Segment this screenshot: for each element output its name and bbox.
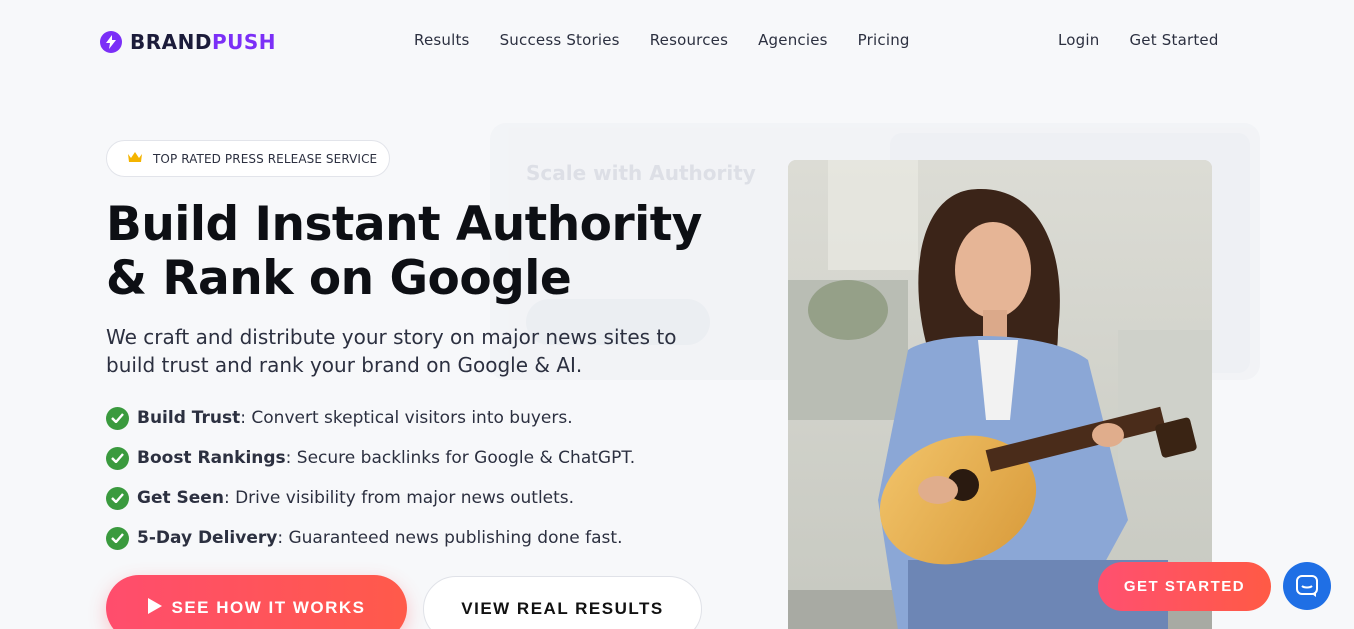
feature-list: Build Trust: Convert skeptical visitors … [106, 398, 635, 558]
nav-pricing[interactable]: Pricing [858, 31, 910, 49]
feature-title: Get Seen [137, 488, 224, 508]
crown-icon [127, 151, 143, 167]
brand-logo[interactable]: BRANDPUSH [100, 30, 276, 54]
feature-item: 5-Day Delivery: Guaranteed news publishi… [106, 518, 635, 558]
feature-text: : Guaranteed news publishing done fast. [277, 528, 623, 548]
auth-links: Login Get Started [1058, 31, 1219, 49]
hero-title-line2: & Rank on Google [106, 251, 572, 306]
nav-resources[interactable]: Resources [650, 31, 728, 49]
feature-text: : Convert skeptical visitors into buyers… [240, 408, 573, 428]
hero-title-line1: Build Instant Authority [106, 197, 702, 252]
floating-get-started-button[interactable]: GET STARTED [1098, 562, 1271, 611]
feature-item: Boost Rankings: Secure backlinks for Goo… [106, 438, 635, 478]
check-icon [106, 446, 129, 470]
feature-text: : Secure backlinks for Google & ChatGPT. [285, 448, 636, 468]
feature-title: 5-Day Delivery [137, 528, 278, 548]
check-icon [106, 406, 129, 430]
nav-results[interactable]: Results [414, 31, 470, 49]
chat-icon[interactable] [1283, 562, 1331, 610]
hero-badge: TOP RATED PRESS RELEASE SERVICE [106, 140, 390, 177]
hero-title: Build Instant Authority & Rank on Google [106, 198, 726, 306]
feature-item: Get Seen: Drive visibility from major ne… [106, 478, 635, 518]
check-icon [106, 526, 129, 550]
hero-subtitle: We craft and distribute your story on ma… [106, 325, 677, 377]
feature-title: Build Trust [137, 408, 241, 428]
get-started-link[interactable]: Get Started [1129, 31, 1218, 49]
hero-photo [788, 160, 1212, 629]
nav-success-stories[interactable]: Success Stories [500, 31, 620, 49]
view-real-results-button[interactable]: VIEW REAL RESULTS [423, 576, 702, 629]
feature-text: : Drive visibility from major news outle… [223, 488, 575, 508]
feature-title: Boost Rankings [137, 448, 286, 468]
see-how-it-works-label: SEE HOW IT WORKS [171, 598, 366, 617]
see-how-it-works-button[interactable]: SEE HOW IT WORKS [106, 575, 407, 629]
woman-with-guitar-image [788, 160, 1212, 629]
main-nav: Results Success Stories Resources Agenci… [414, 31, 910, 49]
lightning-bolt-icon [100, 31, 122, 53]
login-link[interactable]: Login [1058, 31, 1099, 49]
brand-name: BRANDPUSH [130, 30, 277, 54]
background-card-title: Scale with Authority [526, 161, 756, 185]
check-icon [106, 486, 129, 510]
hero-badge-text: TOP RATED PRESS RELEASE SERVICE [153, 151, 378, 166]
nav-agencies[interactable]: Agencies [758, 31, 828, 49]
play-icon [147, 597, 162, 619]
feature-item: Build Trust: Convert skeptical visitors … [106, 398, 635, 438]
